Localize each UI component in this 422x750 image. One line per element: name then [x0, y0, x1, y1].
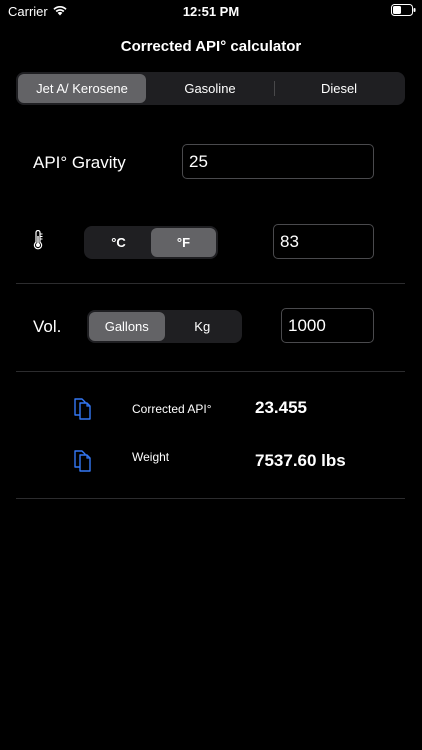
page-title: Corrected API° calculator	[120, 38, 302, 55]
temperature-input[interactable]	[273, 224, 374, 259]
temp-unit-celsius[interactable]: °C	[86, 228, 151, 257]
temp-unit-fahrenheit[interactable]: °F	[151, 228, 216, 257]
section-divider	[16, 371, 405, 372]
volume-unit-segmented-control[interactable]: Gallons Kg	[87, 310, 242, 343]
api-gravity-label: API° Gravity	[33, 153, 126, 172]
volume-unit-gallons[interactable]: Gallons	[89, 312, 165, 341]
copy-icon[interactable]	[73, 396, 93, 420]
fuel-option-jet-a-kerosene[interactable]: Jet A/ Kerosene	[18, 74, 146, 103]
volume-unit-kg[interactable]: Kg	[165, 312, 241, 341]
result-label-corrected-api: Corrected API°	[132, 402, 212, 416]
fuel-type-segmented-control[interactable]: Jet A/ Kerosene Gasoline Diesel	[16, 72, 405, 105]
temperature-unit-segmented-control[interactable]: °C °F	[84, 226, 218, 259]
result-value-weight: 7537.60 lbs	[255, 451, 346, 470]
fuel-option-diesel[interactable]: Diesel	[275, 74, 403, 103]
section-divider	[16, 498, 405, 499]
section-divider	[16, 283, 405, 284]
copy-icon[interactable]	[73, 448, 93, 472]
fuel-option-gasoline[interactable]: Gasoline	[146, 74, 274, 103]
api-gravity-input[interactable]	[182, 144, 374, 179]
volume-input[interactable]	[281, 308, 374, 343]
result-value-corrected-api: 23.455	[255, 398, 307, 417]
battery-icon	[391, 4, 416, 16]
result-label-weight: Weight	[132, 450, 170, 464]
thermometer-icon	[33, 230, 43, 250]
status-time: 12:51 PM	[182, 4, 240, 19]
volume-label: Vol.	[33, 317, 62, 336]
